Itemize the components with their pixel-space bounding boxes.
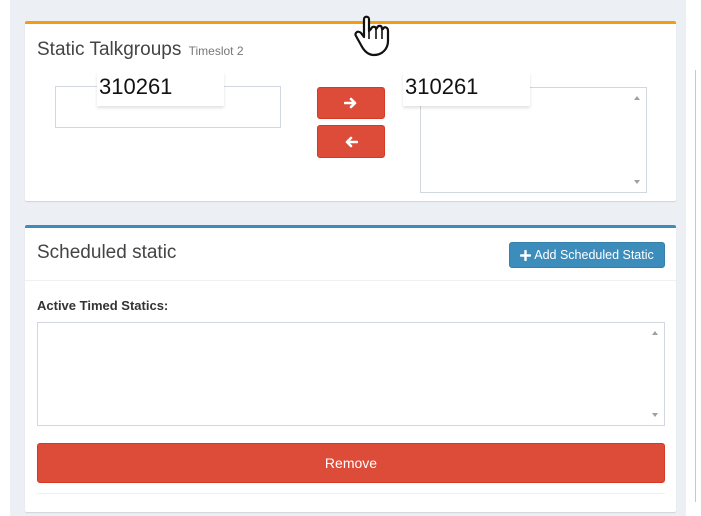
- page-left-margin: [0, 0, 10, 516]
- arrow-right-icon: [344, 97, 357, 109]
- scheduled-static-title: Scheduled static: [37, 242, 177, 263]
- timeslot-label: Timeslot 2: [188, 44, 244, 58]
- static-talkgroups-panel: Static Talkgroups Timeslot 2: [25, 15, 676, 201]
- remove-button[interactable]: Remove: [37, 443, 665, 483]
- active-timed-statics-label: Active Timed Statics:: [37, 298, 169, 313]
- page-right-margin: [686, 0, 701, 516]
- scroll-up-icon[interactable]: [634, 96, 640, 100]
- scroll-up-icon[interactable]: [652, 331, 658, 335]
- panel-title-text: Static Talkgroups: [37, 39, 182, 60]
- footer-divider: [37, 493, 665, 494]
- scroll-down-icon[interactable]: [652, 413, 658, 417]
- active-timed-statics-list[interactable]: [37, 322, 665, 426]
- static-talkgroups-title: Static Talkgroups Timeslot 2: [37, 39, 244, 61]
- scroll-down-icon[interactable]: [634, 180, 640, 184]
- available-talkgroup-item[interactable]: 310261: [97, 72, 224, 106]
- add-scheduled-static-button[interactable]: Add Scheduled Static: [509, 242, 665, 268]
- move-right-button[interactable]: [317, 87, 385, 119]
- scheduled-static-panel: Scheduled static Add Scheduled Static Ac…: [25, 225, 676, 512]
- move-left-button[interactable]: [317, 125, 385, 158]
- arrow-left-icon: [345, 136, 358, 147]
- plus-icon: [520, 249, 532, 261]
- panel-divider: [25, 280, 676, 281]
- add-scheduled-static-label: Add Scheduled Static: [534, 248, 654, 262]
- page-scrollbar[interactable]: [695, 70, 696, 502]
- hand-pointer-icon: [350, 11, 398, 59]
- selected-talkgroup-item[interactable]: 310261: [403, 72, 530, 106]
